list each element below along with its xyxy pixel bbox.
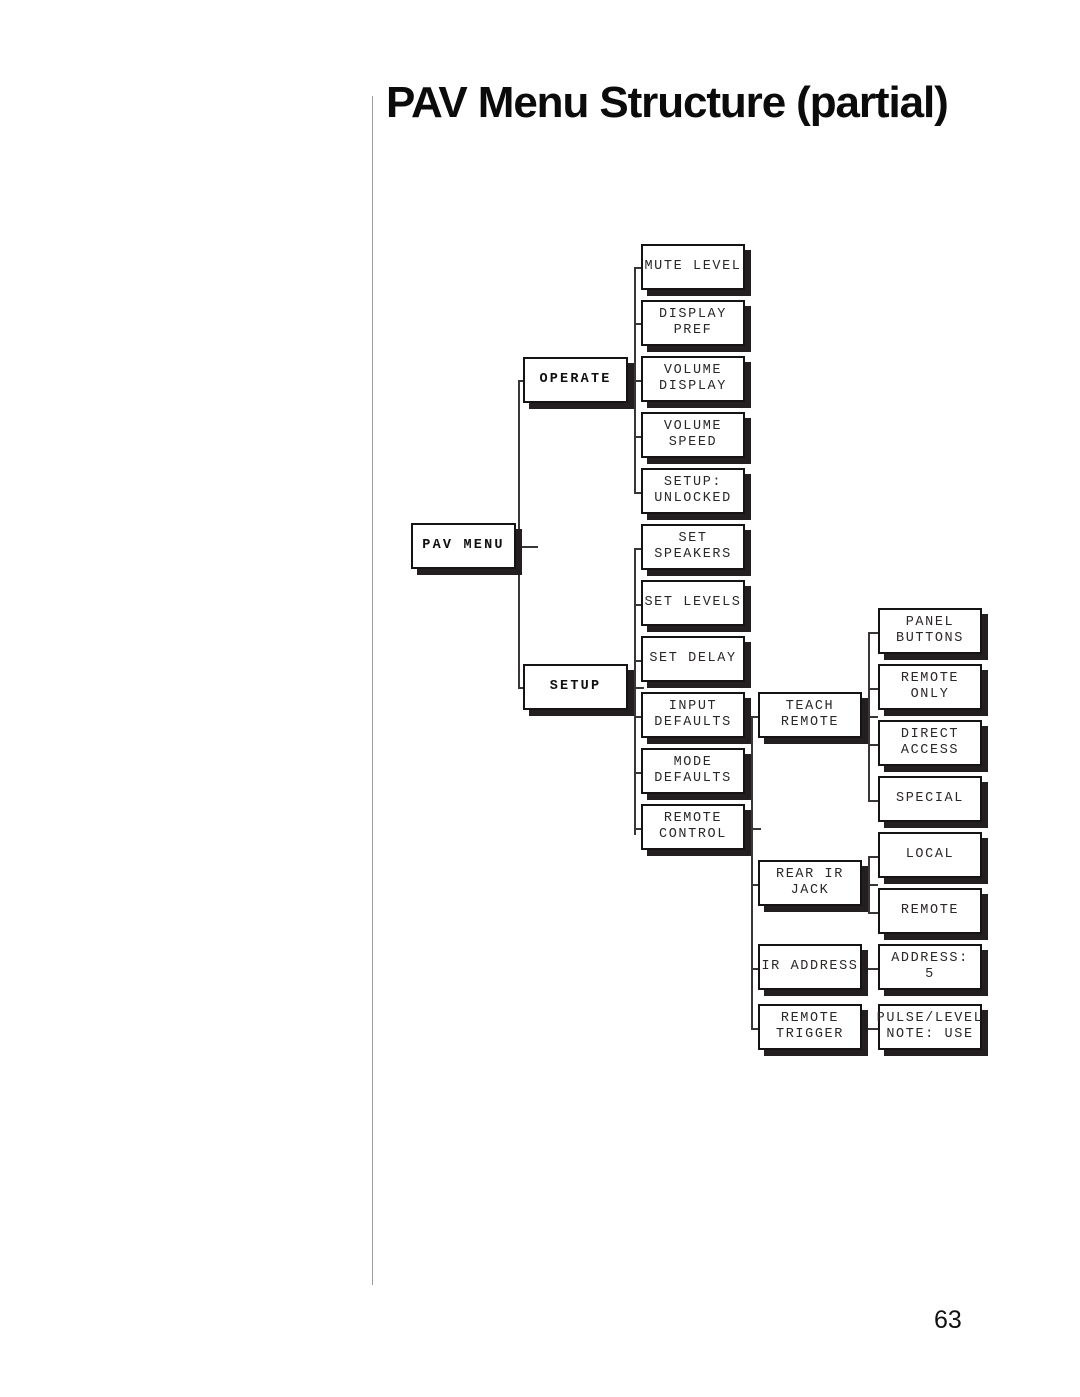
connector: [868, 912, 878, 914]
node-label: SET LEVELS: [644, 595, 742, 610]
connector: [628, 687, 644, 689]
connector: [862, 884, 878, 886]
node-label: IR ADDRESS: [761, 959, 859, 974]
node-setup-unlocked[interactable]: SETUP: UNLOCKED: [641, 468, 745, 514]
node-label: VOLUME SPEED: [663, 419, 723, 450]
connector: [862, 1028, 878, 1030]
connector: [868, 856, 870, 912]
node-rear-ir-jack[interactable]: REAR IR JACK: [758, 860, 862, 906]
connector: [868, 632, 870, 800]
node-set-speakers[interactable]: SET SPEAKERS: [641, 524, 745, 570]
page: PAV Menu Structure (partial) PAV MENU OP…: [0, 0, 1080, 1397]
node-label: MUTE LEVEL: [644, 259, 742, 274]
node-label: OPERATE: [539, 372, 612, 387]
connector: [751, 716, 753, 1028]
node-panel-buttons[interactable]: PANEL BUTTONS: [878, 608, 982, 654]
node-label: REMOTE TRIGGER: [776, 1011, 844, 1042]
node-remote-trigger[interactable]: REMOTE TRIGGER: [758, 1004, 862, 1050]
node-label: REAR IR JACK: [776, 867, 844, 898]
connector: [868, 744, 878, 746]
node-label: MODE DEFAULTS: [654, 755, 732, 786]
node-label: SET DELAY: [649, 651, 737, 666]
node-mute-level[interactable]: MUTE LEVEL: [641, 244, 745, 290]
menu-structure-diagram: PAV MENU OPERATE SETUP MUTE LEVEL DISPLA…: [0, 0, 1080, 1397]
node-label: PAV MENU: [422, 538, 505, 553]
connector: [862, 968, 878, 970]
node-input-defaults[interactable]: INPUT DEFAULTS: [641, 692, 745, 738]
node-teach-remote[interactable]: TEACH REMOTE: [758, 692, 862, 738]
node-label: ADDRESS: 5: [891, 951, 969, 982]
node-mode-defaults[interactable]: MODE DEFAULTS: [641, 748, 745, 794]
node-volume-display[interactable]: VOLUME DISPLAY: [641, 356, 745, 402]
node-label: INPUT DEFAULTS: [654, 699, 732, 730]
page-number: 63: [934, 1306, 962, 1334]
connector: [862, 716, 878, 718]
node-label: PANEL BUTTONS: [896, 615, 964, 646]
node-address-value[interactable]: ADDRESS: 5: [878, 944, 982, 990]
connector: [868, 856, 878, 858]
node-pav-menu[interactable]: PAV MENU: [411, 523, 516, 569]
node-label: SPECIAL: [896, 791, 964, 806]
node-label: DIRECT ACCESS: [900, 727, 960, 758]
node-label: REMOTE: [900, 903, 960, 918]
node-set-delay[interactable]: SET DELAY: [641, 636, 745, 682]
node-direct-access[interactable]: DIRECT ACCESS: [878, 720, 982, 766]
node-label: SETUP: UNLOCKED: [654, 475, 732, 506]
connector: [634, 548, 636, 835]
connector: [745, 828, 761, 830]
connector: [868, 800, 878, 802]
node-operate[interactable]: OPERATE: [523, 357, 628, 403]
node-remote[interactable]: REMOTE: [878, 888, 982, 934]
node-label: PULSE/LEVEL NOTE: USE: [876, 1011, 984, 1042]
node-label: VOLUME DISPLAY: [659, 363, 727, 394]
connector: [868, 688, 878, 690]
connector: [868, 632, 878, 634]
connector: [634, 267, 636, 493]
node-local[interactable]: LOCAL: [878, 832, 982, 878]
connector: [518, 380, 520, 688]
node-label: LOCAL: [905, 847, 955, 862]
node-pulse-level[interactable]: PULSE/LEVEL NOTE: USE: [876, 1004, 984, 1050]
node-volume-speed[interactable]: VOLUME SPEED: [641, 412, 745, 458]
node-display-pref[interactable]: DISPLAY PREF: [641, 300, 745, 346]
node-label: REMOTE ONLY: [900, 671, 960, 702]
node-label: TEACH REMOTE: [780, 699, 840, 730]
node-set-levels[interactable]: SET LEVELS: [641, 580, 745, 626]
node-label: SETUP: [549, 679, 602, 694]
node-remote-only[interactable]: REMOTE ONLY: [878, 664, 982, 710]
node-label: REMOTE CONTROL: [659, 811, 727, 842]
node-special[interactable]: SPECIAL: [878, 776, 982, 822]
node-ir-address[interactable]: IR ADDRESS: [758, 944, 862, 990]
node-label: SET SPEAKERS: [654, 531, 732, 562]
node-setup[interactable]: SETUP: [523, 664, 628, 710]
node-label: DISPLAY PREF: [659, 307, 727, 338]
node-remote-control[interactable]: REMOTE CONTROL: [641, 804, 745, 850]
